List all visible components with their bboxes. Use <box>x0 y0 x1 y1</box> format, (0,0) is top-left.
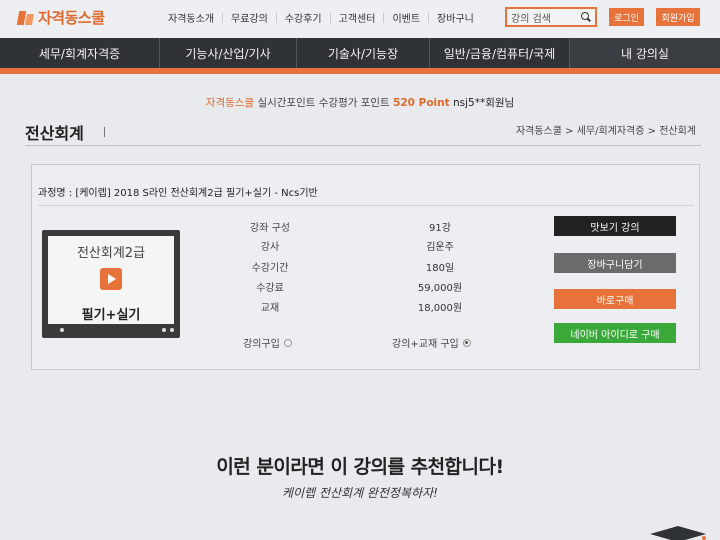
points-text: 실시간포인트 수강평가 포인트 <box>257 97 390 109</box>
promo-subline: 케이렙 전산회계 완전정복하자! <box>282 486 438 500</box>
logo-icon <box>16 9 34 27</box>
add-to-cart-button[interactable]: 장바구니담기 <box>554 253 676 273</box>
play-icon[interactable] <box>100 268 122 290</box>
top-link-support[interactable]: 고객센터 <box>331 10 384 25</box>
nav-professional-engineer[interactable]: 기술사/기능장 <box>297 38 430 68</box>
title-underline <box>25 145 701 146</box>
detail-label-textbook: 교재 <box>260 303 280 314</box>
thumbnail-screen: 전산회계2급 필기+실기 <box>48 236 174 324</box>
logo-text: 자격동스쿨 <box>38 9 105 27</box>
top-link-free-lectures[interactable]: 무료강의 <box>223 10 276 25</box>
points-user: nsj5**회원님 <box>452 97 515 109</box>
buy-now-button[interactable]: 바로구매 <box>554 289 676 309</box>
signup-button[interactable]: 회원가입 <box>656 8 700 26</box>
top-link-events[interactable]: 이벤트 <box>384 10 428 25</box>
top-links: 자격동소개 무료강의 수강후기 고객센터 이벤트 장바구니 <box>160 10 482 25</box>
monitor-dot <box>170 328 174 332</box>
naver-purchase-button[interactable]: 네이버 아이디로 구매 <box>554 323 676 343</box>
monitor-dot <box>162 328 166 332</box>
title-divider <box>104 127 105 137</box>
preview-lecture-button[interactable]: 맛보기 강의 <box>554 216 676 236</box>
points-value: 520 Point <box>393 97 450 109</box>
detail-label-period: 수강기간 <box>251 263 289 274</box>
nav-tax-accounting[interactable]: 세무/회계자격증 <box>0 38 160 68</box>
course-name: 과정명 : [케이렙] 2018 S라인 전산회계2급 필기+실기 - Ncs기… <box>38 188 318 199</box>
page-title: 전산회계 <box>25 124 84 143</box>
thumbnail-title: 전산회계2급 <box>76 246 146 261</box>
detail-value-lectures: 91강 <box>429 223 451 234</box>
top-link-about[interactable]: 자격동소개 <box>160 10 222 25</box>
course-divider <box>38 205 694 206</box>
top-header: 자격동스쿨 자격동소개 무료강의 수강후기 고객센터 이벤트 장바구니 강의 검… <box>0 0 720 38</box>
graduation-cap-icon <box>650 526 706 540</box>
search-input[interactable]: 강의 검색 <box>505 7 597 27</box>
monitor-dot <box>60 328 64 332</box>
course-thumbnail[interactable]: 전산회계2급 필기+실기 <box>42 230 180 338</box>
detail-value-period: 180일 <box>425 263 455 274</box>
radio-button[interactable] <box>283 338 292 347</box>
option-lecture-only[interactable]: 강의구입 <box>243 335 292 350</box>
detail-label-instructor: 강사 <box>260 242 280 253</box>
option-lecture-textbook[interactable]: 강의+교재 구입 <box>392 335 471 350</box>
thumbnail-subtitle: 필기+실기 <box>81 308 141 323</box>
detail-label-fee: 수강료 <box>256 283 284 294</box>
breadcrumb: 자격동스쿨 > 세무/회계자격증 > 전산회계 <box>515 126 696 137</box>
top-link-reviews[interactable]: 수강후기 <box>277 10 330 25</box>
realtime-points: 자격동스쿨 실시간포인트 수강평가 포인트 520 Point nsj5**회원… <box>0 95 720 110</box>
detail-value-fee: 59,000원 <box>417 283 463 294</box>
option-label: 강의+교재 구입 <box>392 339 459 350</box>
detail-label-lectures: 강좌 구성 <box>250 223 290 234</box>
promo-headline: 이런 분이라면 이 강의를 추천합니다! <box>216 456 504 478</box>
main-nav: 세무/회계자격증 기능사/산업/기사 기술사/기능장 일반/금융/컴퓨터/국제 … <box>0 38 720 68</box>
detail-value-textbook: 18,000원 <box>417 303 463 314</box>
nav-technician[interactable]: 기능사/산업/기사 <box>160 38 297 68</box>
nav-my-classroom[interactable]: 내 강의실 <box>570 38 720 68</box>
site-logo[interactable]: 자격동스쿨 <box>16 7 105 28</box>
search-placeholder: 강의 검색 <box>511 13 551 25</box>
nav-general-finance[interactable]: 일반/금융/컴퓨터/국제 <box>430 38 570 68</box>
top-link-cart[interactable]: 장바구니 <box>429 10 482 25</box>
nav-accent-bar <box>0 68 720 74</box>
option-label: 강의구입 <box>243 339 280 350</box>
points-brand: 자격동스쿨 <box>205 97 255 109</box>
detail-value-instructor: 김운주 <box>426 242 454 253</box>
search-icon[interactable] <box>581 12 591 22</box>
radio-button-selected[interactable] <box>462 338 471 347</box>
login-button[interactable]: 로그인 <box>609 8 644 26</box>
